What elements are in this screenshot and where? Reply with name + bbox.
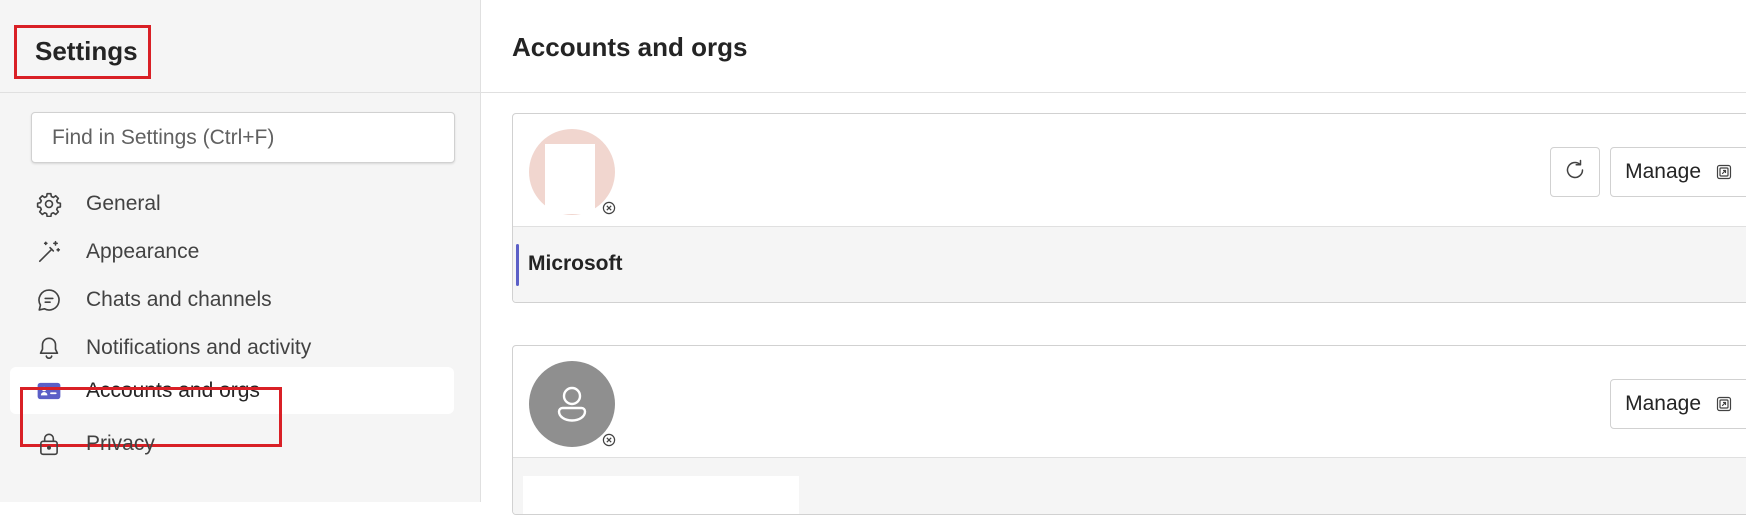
- sidebar-item-label: General: [86, 191, 161, 215]
- settings-title-highlight: Settings: [14, 25, 151, 79]
- sidebar-divider: [0, 92, 480, 93]
- account-actions: Manage: [1550, 147, 1746, 197]
- org-selected-indicator: [516, 244, 519, 286]
- sidebar-item-label: Accounts and orgs: [86, 378, 260, 402]
- sidebar-item-notifications[interactable]: Notifications and activity: [10, 324, 454, 371]
- manage-button[interactable]: Manage: [1610, 379, 1746, 429]
- sidebar-item-appearance[interactable]: Appearance: [10, 228, 454, 275]
- offline-status-icon: [601, 432, 617, 448]
- main-divider: [481, 92, 1746, 93]
- redacted-avatar-area: [545, 144, 595, 214]
- refresh-button[interactable]: [1550, 147, 1601, 197]
- page-title: Accounts and orgs: [512, 32, 748, 62]
- sidebar-item-label: Privacy: [86, 431, 155, 455]
- main-content: Accounts and orgs Manage Microsoft Manag…: [481, 0, 1746, 515]
- org-row[interactable]: Microsoft: [513, 226, 1746, 302]
- refresh-icon: [1563, 158, 1587, 187]
- account-actions: Manage: [1610, 379, 1746, 429]
- account-card: Manage: [512, 345, 1746, 515]
- org-name: Microsoft: [528, 252, 623, 275]
- settings-title: Settings: [35, 36, 138, 66]
- id-card-icon: [35, 377, 63, 405]
- sidebar-item-general[interactable]: General: [10, 180, 454, 227]
- gear-icon: [35, 190, 63, 218]
- manage-label: Manage: [1625, 392, 1701, 415]
- sidebar-item-privacy[interactable]: Privacy: [10, 420, 454, 467]
- offline-status-icon: [601, 200, 617, 216]
- sidebar-item-accounts-and-orgs[interactable]: Accounts and orgs: [10, 367, 454, 414]
- org-row[interactable]: [513, 457, 1746, 514]
- sidebar-item-chats-and-channels[interactable]: Chats and channels: [10, 276, 454, 323]
- redacted-org-name: [523, 476, 799, 514]
- sidebar-item-label: Chats and channels: [86, 287, 272, 311]
- manage-label: Manage: [1625, 160, 1701, 183]
- settings-search-input[interactable]: [32, 113, 454, 162]
- settings-sidebar: Settings General Appearance: [0, 0, 481, 502]
- chat-bubble-icon: [35, 286, 63, 314]
- lock-icon: [35, 430, 63, 458]
- open-external-icon: [1716, 396, 1732, 412]
- bell-icon: [35, 334, 63, 362]
- account-card: Manage Microsoft: [512, 113, 1746, 303]
- sidebar-item-label: Notifications and activity: [86, 335, 312, 359]
- manage-button[interactable]: Manage: [1610, 147, 1746, 197]
- magic-wand-icon: [35, 238, 63, 266]
- settings-search-box[interactable]: [31, 112, 455, 163]
- sidebar-item-label: Appearance: [86, 239, 200, 263]
- open-external-icon: [1716, 164, 1732, 180]
